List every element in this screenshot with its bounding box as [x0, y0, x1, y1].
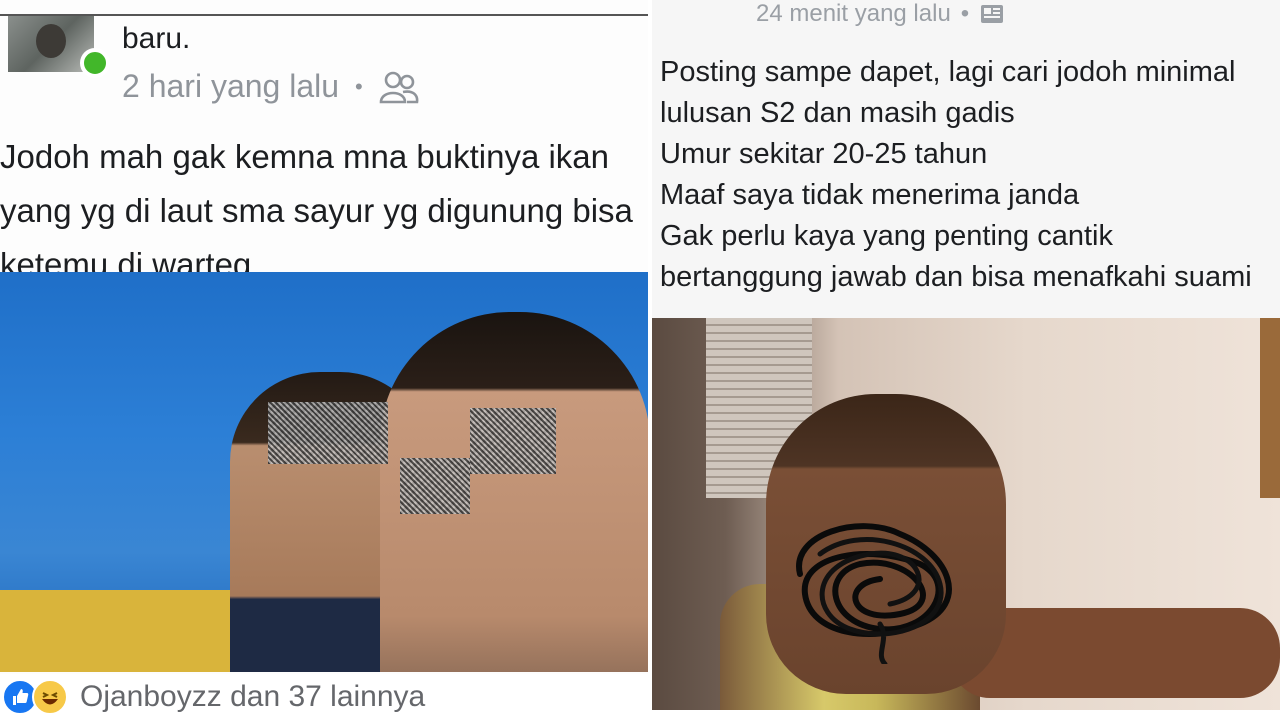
censor-scribble — [796, 523, 952, 664]
post-photo[interactable] — [650, 318, 1280, 710]
post-text-line: Umur sekitar 20-25 tahun — [660, 138, 988, 170]
post-meta: 2 hari yang lalu • — [122, 68, 419, 105]
post-text-line: yang yg di laut sma sayur yg digunung bi… — [0, 192, 633, 229]
post-timestamp[interactable]: 24 menit yang lalu — [756, 0, 951, 28]
online-status-badge — [80, 48, 110, 78]
right-post: 24 menit yang lalu • Posting sampe dapet… — [650, 0, 1280, 720]
post-text-line: lulusan S2 dan masih gadis — [660, 97, 1015, 129]
post-photo[interactable] — [0, 272, 650, 672]
friends-icon[interactable] — [379, 70, 419, 104]
meta-separator: • — [355, 73, 363, 99]
globe-icon[interactable] — [979, 2, 1005, 26]
post-text: Posting sampe dapet, lagi cari jodoh min… — [660, 52, 1280, 298]
haha-icon — [32, 679, 68, 715]
reactions-summary[interactable]: Ojanboyzz dan 37 lainnya — [80, 680, 425, 714]
photo-wall-trim — [1260, 318, 1280, 498]
post-text-line: bertanggung jawab dan bisa menafkahi sua… — [660, 261, 1252, 293]
meta-separator: • — [960, 0, 970, 27]
panel-divider — [648, 0, 652, 720]
post-text: Jodoh mah gak kemna mna buktinya ikan ya… — [0, 130, 650, 292]
post-timestamp[interactable]: 2 hari yang lalu — [122, 68, 339, 105]
post-meta: 24 menit yang lalu • — [756, 0, 1005, 28]
censor-blur — [400, 458, 470, 514]
top-border — [0, 14, 650, 16]
post-text-line: Posting sampe dapet, lagi cari jodoh min… — [660, 56, 1236, 88]
post-author[interactable]: baru. — [122, 22, 190, 56]
censor-blur — [268, 402, 388, 464]
post-text-line: Maaf saya tidak menerima janda — [660, 179, 1080, 211]
left-post: baru. 2 hari yang lalu • Jodoh mah gak k… — [0, 0, 650, 720]
post-text-line: Jodoh mah gak kemna mna buktinya ikan — [0, 138, 610, 175]
post-text-line: Gak perlu kaya yang penting cantik — [660, 220, 1113, 252]
censor-blur — [470, 408, 556, 474]
reactions-bar[interactable]: Ojanboyzz dan 37 lainnya — [0, 674, 650, 720]
bottom-border — [650, 710, 1280, 720]
